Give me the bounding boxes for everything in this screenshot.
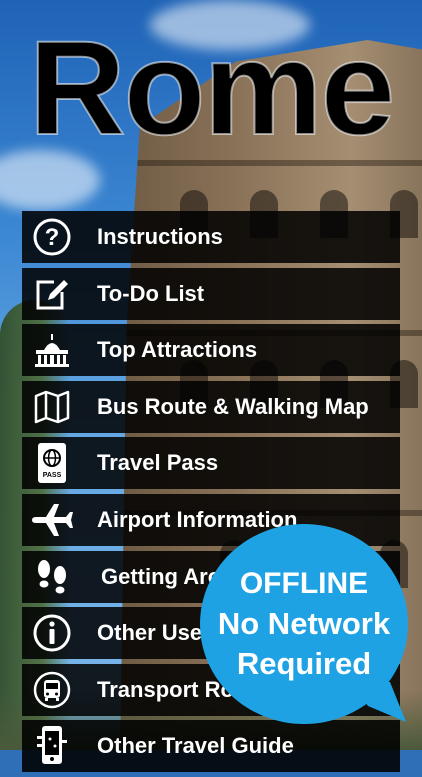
map-icon: [29, 384, 75, 430]
basilica-icon: [29, 327, 75, 373]
airplane-icon: [29, 497, 75, 543]
footprints-icon: [29, 554, 75, 600]
menu-item-bus-route-walking-map[interactable]: Bus Route & Walking Map: [22, 380, 400, 433]
menu-item-label: Other Travel Guide: [97, 733, 294, 759]
phone-guide-icon: [29, 723, 75, 769]
offline-badge-line-3: Required: [236, 646, 372, 681]
menu-item-top-attractions[interactable]: Top Attractions: [22, 324, 400, 377]
offline-badge-line-1: OFFLINE: [239, 567, 369, 600]
menu-item-label: To-Do List: [97, 280, 205, 306]
menu-item-to-do-list[interactable]: To-Do List: [22, 267, 400, 320]
info-circle-icon: [29, 610, 75, 656]
svg-text:PASS: PASS: [43, 472, 62, 479]
menu-item-label: Instructions: [97, 224, 223, 249]
question-circle-icon: ?: [29, 214, 75, 260]
offline-badge: OFFLINE No Network Required: [200, 524, 408, 724]
svg-text:?: ?: [45, 224, 60, 251]
app-title: Rome: [28, 13, 396, 164]
offline-badge-line-2: No Network: [217, 606, 391, 641]
menu-item-label: Bus Route & Walking Map: [97, 393, 369, 419]
menu-item-travel-pass[interactable]: PASS Travel Pass: [22, 437, 400, 490]
bus-icon: [29, 667, 75, 713]
menu-item-instructions[interactable]: ? Instructions: [22, 211, 400, 263]
menu-item-label: Travel Pass: [97, 450, 219, 476]
passport-icon: PASS: [29, 440, 75, 486]
edit-note-icon: [29, 271, 75, 317]
menu-item-label: Top Attractions: [97, 337, 258, 363]
menu-item-other-travel-guide[interactable]: Other Travel Guide: [22, 720, 400, 773]
